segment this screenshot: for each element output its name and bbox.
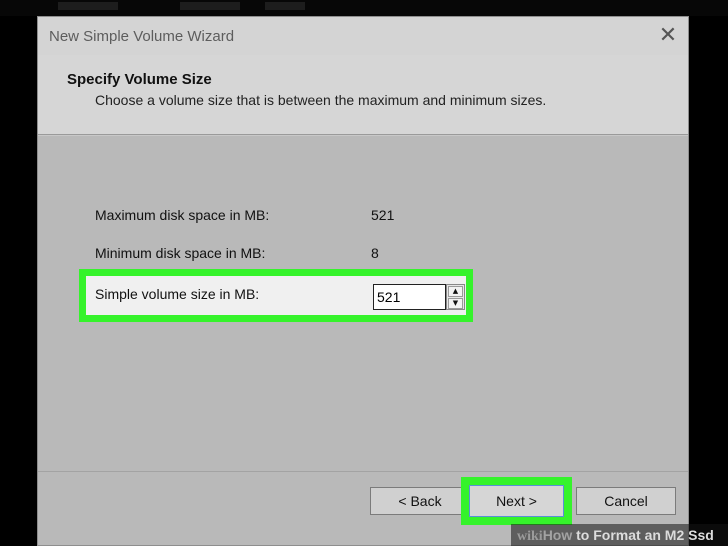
background-blur-text [265, 2, 305, 10]
min-disk-space-value: 8 [371, 245, 379, 261]
wizard-window: New Simple Volume Wizard ✕ Specify Volum… [37, 16, 689, 546]
volume-size-input[interactable] [373, 284, 446, 310]
watermark-title: to Format an M2 Ssd [572, 527, 714, 543]
volume-size-label: Simple volume size in MB: [95, 286, 260, 302]
title-bar[interactable]: New Simple Volume Wizard ✕ [38, 17, 688, 55]
header-divider [38, 134, 688, 136]
wikihow-watermark: wikiHow to Format an M2 Ssd [511, 524, 728, 546]
min-disk-space-label: Minimum disk space in MB: [95, 245, 266, 261]
volume-size-highlight: Simple volume size in MB: ▲ ▼ [79, 269, 473, 322]
spin-up-icon[interactable]: ▲ [448, 286, 463, 297]
max-disk-space-value: 521 [371, 207, 395, 223]
watermark-wiki: wiki [517, 529, 543, 544]
cancel-button[interactable]: Cancel [576, 487, 676, 515]
page-subtitle: Choose a volume size that is between the… [95, 92, 547, 108]
wizard-header: Specify Volume Size Choose a volume size… [38, 55, 688, 134]
volume-size-stepper[interactable]: ▲ ▼ [446, 284, 465, 310]
page-title: Specify Volume Size [67, 71, 212, 88]
close-icon[interactable]: ✕ [658, 25, 678, 47]
window-title: New Simple Volume Wizard [49, 28, 235, 45]
background-blur-text [58, 2, 118, 10]
watermark-how: How [542, 527, 573, 543]
background-desktop [0, 0, 728, 16]
footer-divider [38, 471, 688, 472]
max-disk-space-label: Maximum disk space in MB: [95, 207, 270, 223]
next-button[interactable]: Next > [469, 485, 564, 517]
spin-down-icon[interactable]: ▼ [448, 298, 463, 309]
next-button-highlight: Next > [461, 477, 572, 525]
back-button[interactable]: < Back [370, 487, 470, 515]
background-blur-text [180, 2, 240, 10]
